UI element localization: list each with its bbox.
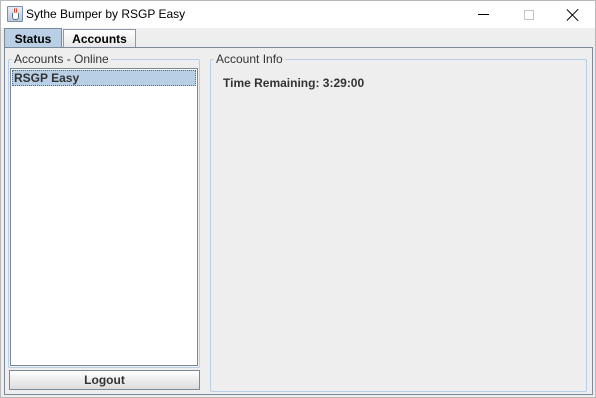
logout-button[interactable]: Logout — [9, 370, 200, 390]
minimize-icon — [478, 14, 489, 15]
accounts-online-group: Accounts - Online RSGP Easy — [8, 53, 200, 368]
accounts-online-title: Accounts - Online — [12, 52, 111, 66]
minimize-button[interactable] — [461, 1, 506, 28]
title-bar[interactable]: Sythe Bumper by RSGP Easy — [1, 1, 595, 28]
window-title: Sythe Bumper by RSGP Easy — [26, 7, 186, 21]
maximize-icon — [523, 9, 534, 20]
accounts-online-list[interactable]: RSGP Easy — [10, 68, 198, 366]
status-tab-panel: Accounts - Online RSGP Easy Logout Accou… — [4, 47, 593, 395]
tab-status[interactable]: Status — [4, 28, 62, 49]
close-icon — [567, 9, 579, 21]
java-cup-icon — [7, 6, 23, 22]
account-info-title: Account Info — [214, 52, 285, 66]
time-remaining-label: Time Remaining: 3:29:00 — [223, 76, 365, 90]
maximize-button[interactable] — [506, 1, 551, 28]
list-item[interactable]: RSGP Easy — [12, 70, 196, 86]
application-window: Sythe Bumper by RSGP Easy Status Account… — [0, 0, 596, 398]
tab-accounts[interactable]: Accounts — [63, 29, 136, 48]
account-info-group: Account Info Time Remaining: 3:29:00 — [210, 53, 587, 392]
close-button[interactable] — [550, 1, 595, 28]
